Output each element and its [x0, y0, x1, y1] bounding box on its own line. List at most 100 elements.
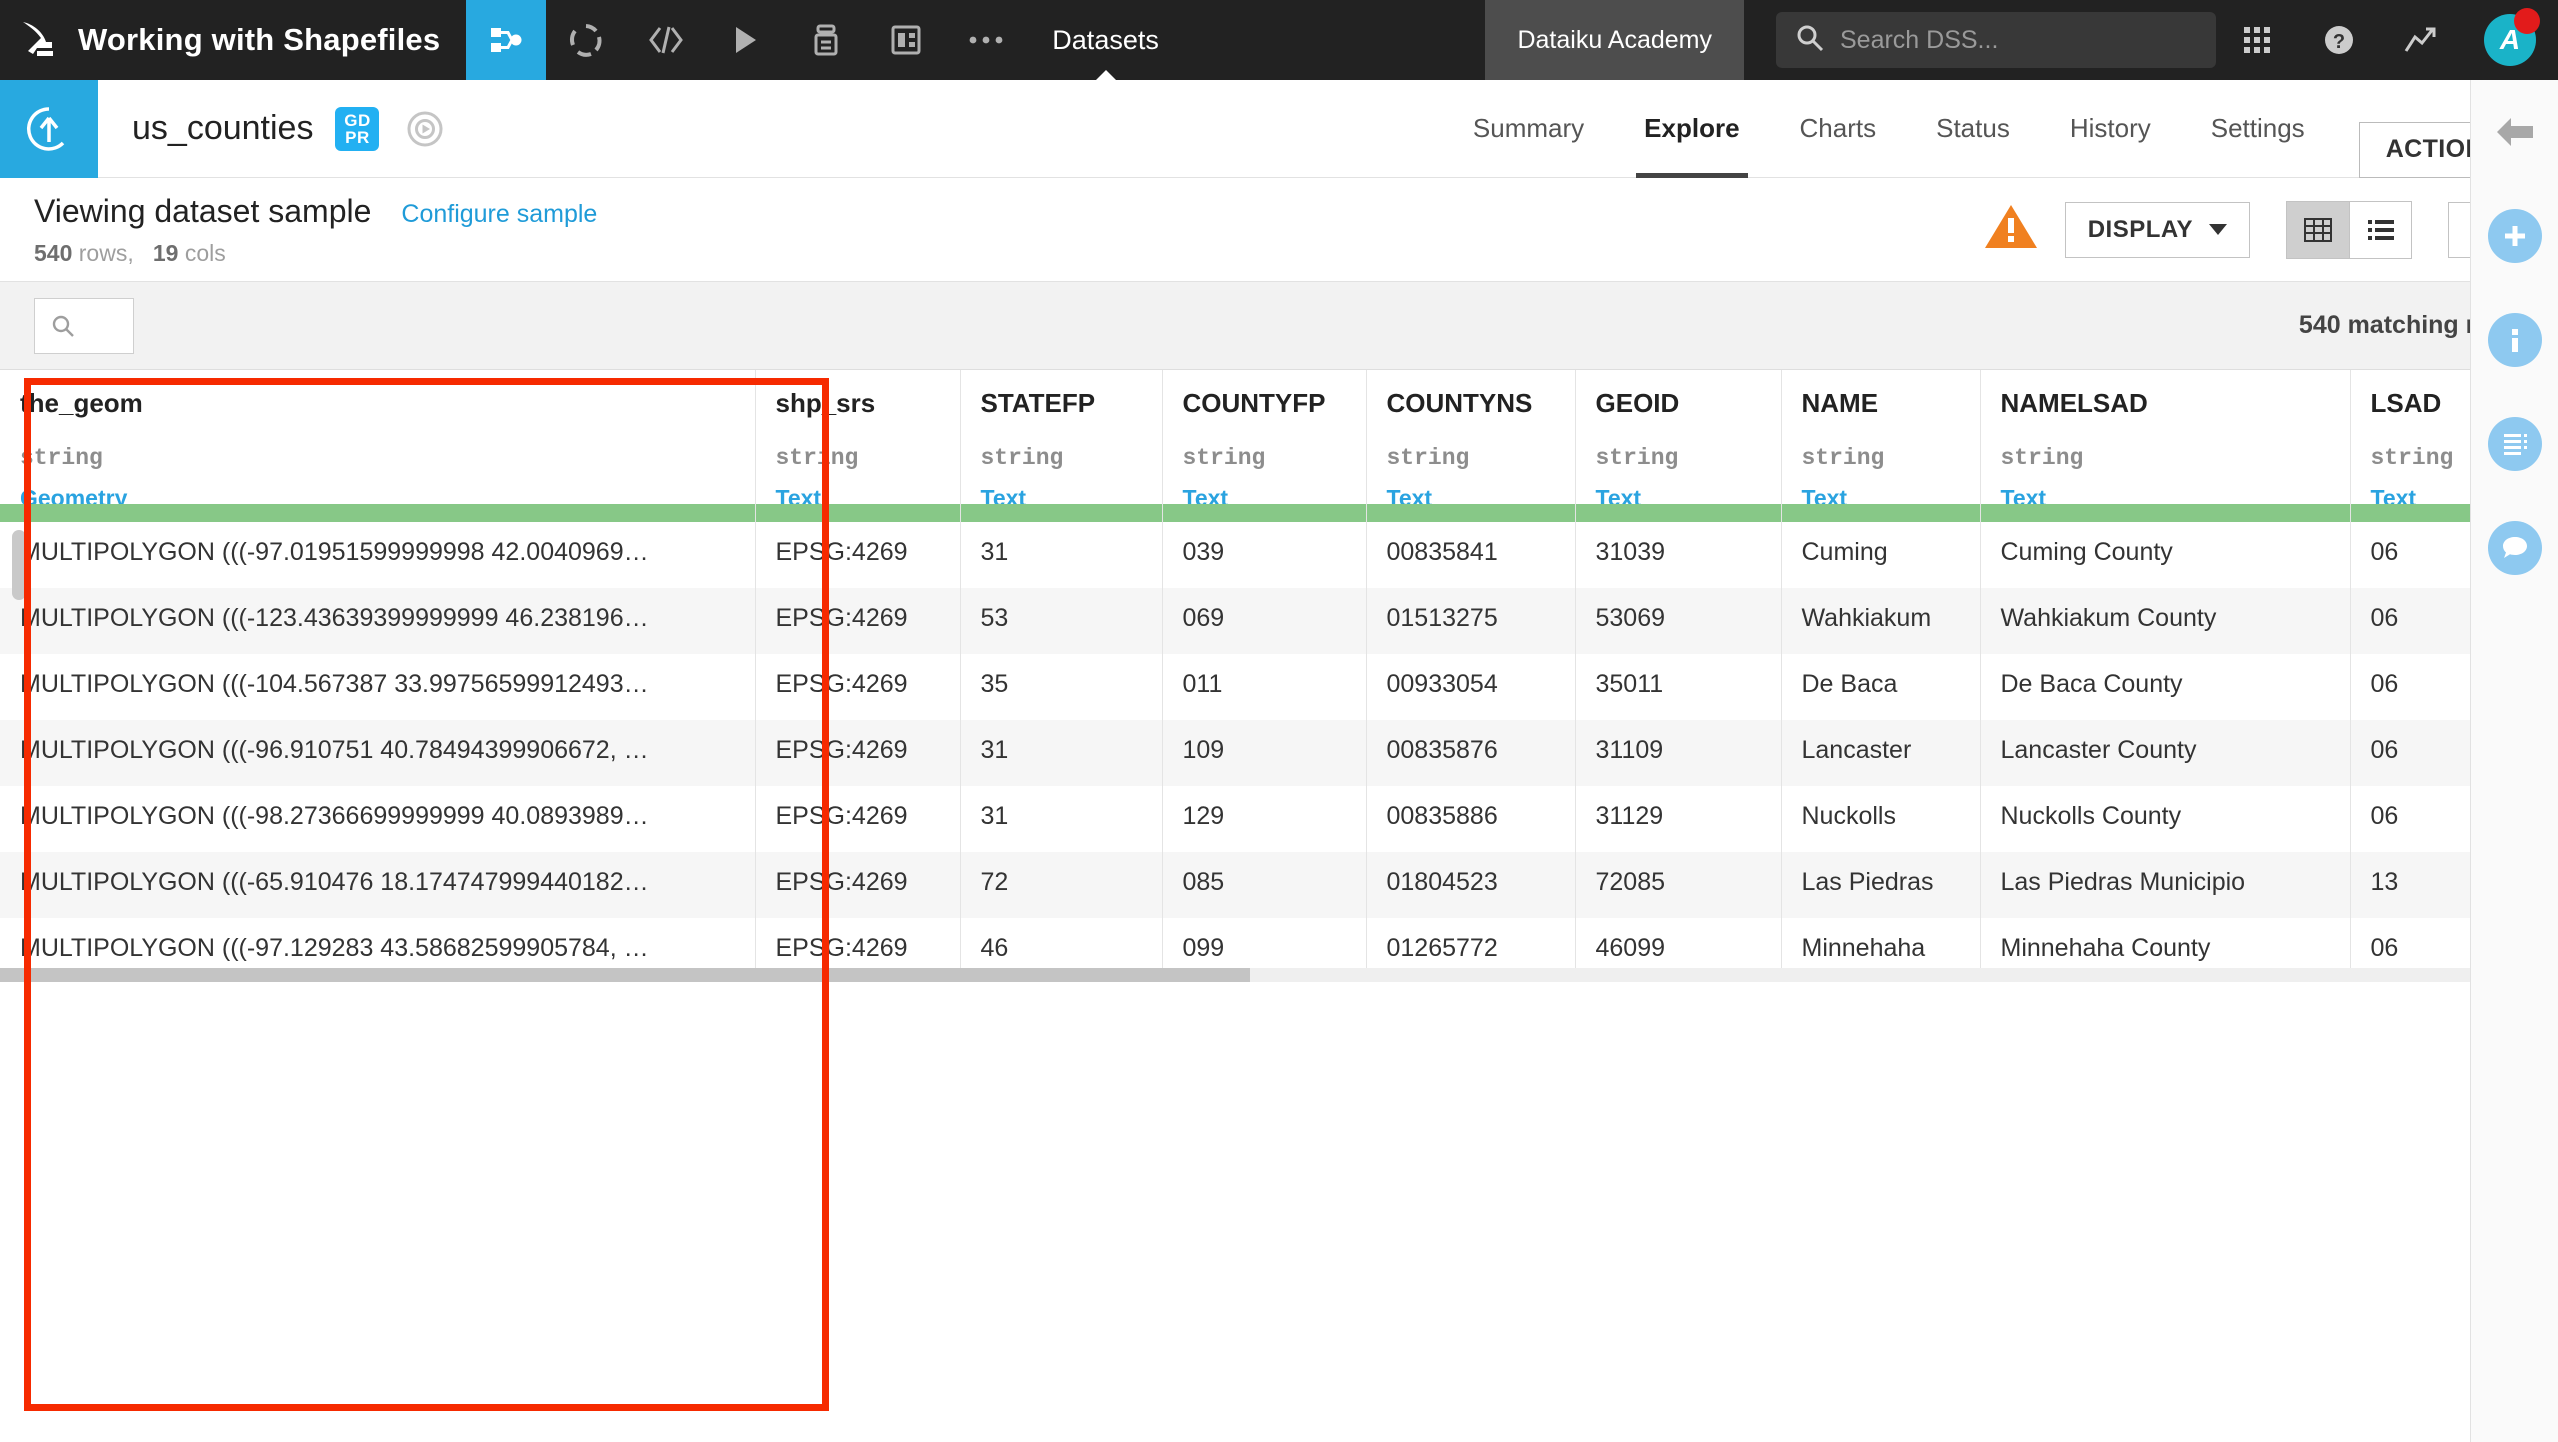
geo-point-icon[interactable]	[405, 109, 445, 149]
row-scroll-handle[interactable]	[12, 530, 26, 600]
table-cell-NAME[interactable]: Lancaster	[1781, 720, 1981, 786]
table-cell-the_geom[interactable]: MULTIPOLYGON (((-65.910476 18.1747479994…	[0, 852, 756, 918]
warning-triangle-icon[interactable]	[1983, 202, 2039, 257]
table-cell-GEOID[interactable]: 31129	[1575, 786, 1782, 852]
table-cell-NAME[interactable]: Wahkiakum	[1781, 588, 1981, 654]
trend-arrow-icon[interactable]	[2380, 0, 2462, 80]
table-cell-GEOID[interactable]: 72085	[1575, 852, 1782, 918]
code-icon[interactable]	[626, 0, 706, 80]
apps-grid-icon[interactable]	[2216, 0, 2298, 80]
table-cell-the_geom[interactable]: MULTIPOLYGON (((-104.567387 33.997565999…	[0, 654, 756, 720]
academy-chip[interactable]: Dataiku Academy	[1485, 0, 1744, 80]
table-cell-shp_srs[interactable]: EPSG:4269	[755, 654, 961, 720]
table-cell-COUNTYFP[interactable]: 129	[1162, 786, 1367, 852]
table-row[interactable]: MULTIPOLYGON (((-98.27366699999999 40.08…	[0, 786, 2558, 852]
info-icon[interactable]	[2471, 288, 2558, 392]
nav-datasets-label[interactable]: Datasets	[1026, 0, 1185, 81]
help-question-icon[interactable]: ?	[2298, 0, 2380, 80]
column-header-GEOID[interactable]: GEOID string Text	[1575, 370, 1782, 522]
add-plus-icon[interactable]	[2471, 184, 2558, 288]
table-cell-the_geom[interactable]: MULTIPOLYGON (((-96.910751 40.7849439990…	[0, 720, 756, 786]
tab-charts[interactable]: Charts	[1770, 80, 1907, 178]
table-cell-the_geom[interactable]: MULTIPOLYGON (((-123.43639399999999 46.2…	[0, 588, 756, 654]
table-row[interactable]: MULTIPOLYGON (((-96.910751 40.7849439990…	[0, 720, 2558, 786]
table-cell-COUNTYNS[interactable]: 00835876	[1366, 720, 1576, 786]
dataset-name[interactable]: us_counties	[132, 109, 313, 148]
table-cell-COUNTYFP[interactable]: 039	[1162, 522, 1367, 588]
table-cell-shp_srs[interactable]: EPSG:4269	[755, 522, 961, 588]
table-cell-COUNTYNS[interactable]: 01804523	[1366, 852, 1576, 918]
jobs-play-icon[interactable]	[706, 0, 786, 80]
horizontal-scrollbar-thumb[interactable]	[0, 968, 1250, 982]
table-cell-the_geom[interactable]: MULTIPOLYGON (((-98.27366699999999 40.08…	[0, 786, 756, 852]
tab-status[interactable]: Status	[1906, 80, 2040, 178]
table-cell-NAMELSAD[interactable]: Lancaster County	[1980, 720, 2351, 786]
table-cell-STATEFP[interactable]: 72	[960, 852, 1163, 918]
table-cell-GEOID[interactable]: 31039	[1575, 522, 1782, 588]
table-cell-shp_srs[interactable]: EPSG:4269	[755, 720, 961, 786]
table-cell-COUNTYFP[interactable]: 011	[1162, 654, 1367, 720]
table-cell-STATEFP[interactable]: 53	[960, 588, 1163, 654]
dashboard-icon[interactable]	[866, 0, 946, 80]
table-cell-NAMELSAD[interactable]: De Baca County	[1980, 654, 2351, 720]
table-cell-shp_srs[interactable]: EPSG:4269	[755, 852, 961, 918]
column-header-the_geom[interactable]: the_geom string Geometry	[0, 370, 756, 522]
table-row[interactable]: MULTIPOLYGON (((-123.43639399999999 46.2…	[0, 588, 2558, 654]
collapse-back-arrow-icon[interactable]	[2471, 80, 2558, 184]
table-cell-NAMELSAD[interactable]: Las Piedras Municipio	[1980, 852, 2351, 918]
table-cell-COUNTYNS[interactable]: 00835841	[1366, 522, 1576, 588]
tab-history[interactable]: History	[2040, 80, 2181, 178]
column-header-COUNTYNS[interactable]: COUNTYNS string Text	[1366, 370, 1576, 522]
flow-icon[interactable]	[466, 0, 547, 80]
tab-explore[interactable]: Explore	[1614, 80, 1769, 178]
configure-sample-link[interactable]: Configure sample	[401, 200, 597, 229]
table-row[interactable]: MULTIPOLYGON (((-65.910476 18.1747479994…	[0, 852, 2558, 918]
table-cell-STATEFP[interactable]: 35	[960, 654, 1163, 720]
table-cell-NAMELSAD[interactable]: Cuming County	[1980, 522, 2351, 588]
table-cell-COUNTYFP[interactable]: 109	[1162, 720, 1367, 786]
column-header-COUNTYFP[interactable]: COUNTYFP string Text	[1162, 370, 1367, 522]
table-cell-shp_srs[interactable]: EPSG:4269	[755, 588, 961, 654]
tab-settings[interactable]: Settings	[2181, 80, 2335, 178]
dataiku-bird-logo[interactable]	[0, 0, 78, 80]
more-ellipsis-icon[interactable]	[946, 0, 1026, 80]
table-cell-NAME[interactable]: Cuming	[1781, 522, 1981, 588]
search-input[interactable]	[1840, 25, 2196, 55]
table-cell-GEOID[interactable]: 31109	[1575, 720, 1782, 786]
upload-dataset-icon[interactable]	[0, 79, 98, 178]
display-dropdown-button[interactable]: DISPLAY	[2064, 201, 2250, 258]
global-search-box[interactable]	[1776, 12, 2216, 68]
lab-icon[interactable]	[546, 0, 626, 80]
table-cell-STATEFP[interactable]: 31	[960, 720, 1163, 786]
table-cell-COUNTYNS[interactable]: 00933054	[1366, 654, 1576, 720]
table-cell-COUNTYNS[interactable]: 00835886	[1366, 786, 1576, 852]
table-cell-GEOID[interactable]: 35011	[1575, 654, 1782, 720]
user-avatar[interactable]: A	[2462, 0, 2558, 80]
automation-icon[interactable]	[786, 0, 866, 80]
table-cell-STATEFP[interactable]: 31	[960, 522, 1163, 588]
table-row[interactable]: MULTIPOLYGON (((-104.567387 33.997565999…	[0, 654, 2558, 720]
table-cell-NAME[interactable]: Nuckolls	[1781, 786, 1981, 852]
list-view-icon[interactable]	[2349, 201, 2411, 258]
column-header-NAMELSAD[interactable]: NAMELSAD string Text	[1980, 370, 2351, 522]
table-cell-shp_srs[interactable]: EPSG:4269	[755, 786, 961, 852]
project-title[interactable]: Working with Shapefiles	[78, 22, 466, 58]
column-header-STATEFP[interactable]: STATEFP string Text	[960, 370, 1163, 522]
details-list-icon[interactable]	[2471, 392, 2558, 496]
table-cell-GEOID[interactable]: 53069	[1575, 588, 1782, 654]
table-cell-NAMELSAD[interactable]: Wahkiakum County	[1980, 588, 2351, 654]
tab-summary[interactable]: Summary	[1443, 80, 1614, 178]
table-cell-NAME[interactable]: Las Piedras	[1781, 852, 1981, 918]
table-cell-COUNTYFP[interactable]: 069	[1162, 588, 1367, 654]
table-cell-the_geom[interactable]: MULTIPOLYGON (((-97.01951599999998 42.00…	[0, 522, 756, 588]
table-cell-COUNTYNS[interactable]: 01513275	[1366, 588, 1576, 654]
column-search-input[interactable]	[34, 297, 134, 354]
table-cell-NAMELSAD[interactable]: Nuckolls County	[1980, 786, 2351, 852]
table-cell-COUNTYFP[interactable]: 085	[1162, 852, 1367, 918]
discussions-chat-icon[interactable]	[2471, 496, 2558, 600]
horizontal-scrollbar[interactable]	[0, 968, 2470, 982]
table-cell-NAME[interactable]: De Baca	[1781, 654, 1981, 720]
column-header-NAME[interactable]: NAME string Text	[1781, 370, 1981, 522]
table-cell-STATEFP[interactable]: 31	[960, 786, 1163, 852]
column-header-shp_srs[interactable]: shp_srs string Text	[755, 370, 961, 522]
